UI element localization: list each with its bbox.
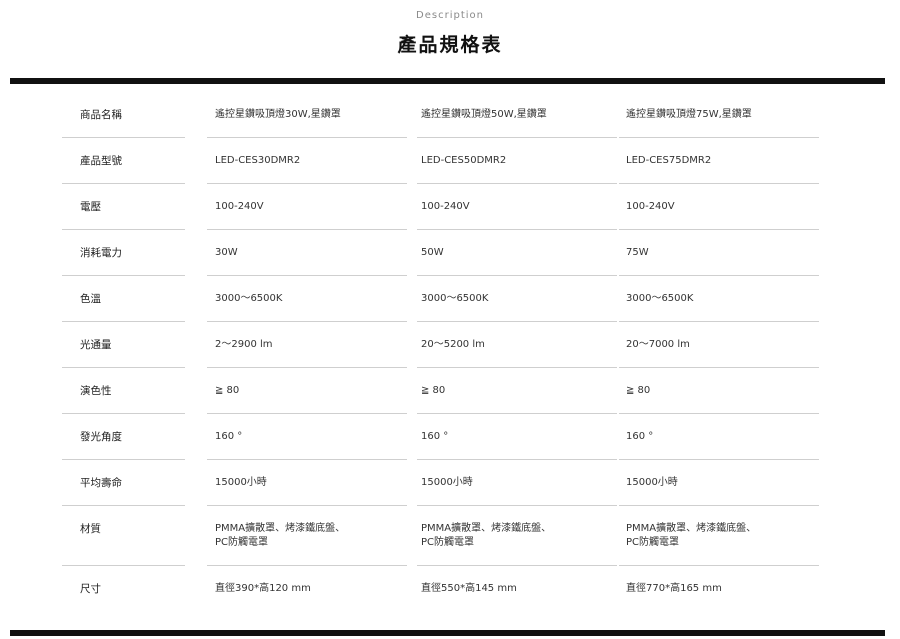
table-row: 材質 PMMA擴散罩、烤漆鐵底盤、 PC防觸電罩 PMMA擴散罩、烤漆鐵底盤、 … [62,506,832,566]
table-cell: 160 ° [421,431,449,442]
table-cell: 15000小時 [215,477,267,488]
page-title: 產品規格表 [397,34,503,56]
table-cell: ≧ 80 [626,385,651,396]
row-label: 尺寸 [80,583,101,595]
table-cell: 100-240V [421,201,470,212]
cell-line: PC防觸電罩 [421,537,475,548]
table-cell: 15000小時 [421,477,473,488]
bottom-divider [10,630,885,636]
cell-line: PMMA擴散罩、烤漆鐵底盤、 [626,523,757,534]
row-label: 發光角度 [80,431,122,443]
table-cell: LED-CES50DMR2 [421,155,507,166]
table-cell: 3000～6500K [626,293,694,304]
table-cell: 15000小時 [626,477,678,488]
table-row: 消耗電力 30W 50W 75W [62,230,832,276]
table-cell: 30W [215,247,238,258]
table-cell: 100-240V [626,201,675,212]
table-cell: 直徑550*高145 mm [421,583,517,594]
section-eyebrow: Description [416,10,484,21]
table-cell: 20～7000 lm [626,339,690,350]
row-label: 商品名稱 [80,109,122,121]
cell-line: PC防觸電罩 [215,537,269,548]
table-cell: 20～5200 lm [421,339,485,350]
table-cell: PMMA擴散罩、烤漆鐵底盤、 PC防觸電罩 [626,506,832,566]
table-cell: 直徑770*高165 mm [626,583,722,594]
cell-line: PMMA擴散罩、烤漆鐵底盤、 [215,523,346,534]
top-divider [10,78,885,84]
table-row: 電壓 100-240V 100-240V 100-240V [62,184,832,230]
row-label: 產品型號 [80,155,122,167]
table-cell: 遙控星鑽吸頂燈75W,星鑽罩 [626,109,752,120]
table-cell: 160 ° [626,431,654,442]
row-label: 光通量 [80,339,112,351]
table-row: 發光角度 160 ° 160 ° 160 ° [62,414,832,460]
table-cell: 3000～6500K [215,293,283,304]
cell-line: PMMA擴散罩、烤漆鐵底盤、 [421,523,552,534]
table-cell: LED-CES30DMR2 [215,155,301,166]
spec-table: 商品名稱 遙控星鑽吸頂燈30W,星鑽罩 遙控星鑽吸頂燈50W,星鑽罩 遙控星鑽吸… [62,92,832,612]
table-cell: 遙控星鑽吸頂燈50W,星鑽罩 [421,109,547,120]
table-row: 演色性 ≧ 80 ≧ 80 ≧ 80 [62,368,832,414]
table-cell: 100-240V [215,201,264,212]
row-label: 材質 [80,523,101,535]
row-label: 電壓 [80,201,101,213]
table-cell: ≧ 80 [215,385,240,396]
table-cell: 遙控星鑽吸頂燈30W,星鑽罩 [215,109,341,120]
table-row: 產品型號 LED-CES30DMR2 LED-CES50DMR2 LED-CES… [62,138,832,184]
table-cell: 2～2900 lm [215,339,273,350]
row-label: 消耗電力 [80,247,122,259]
row-label: 色溫 [80,293,101,305]
table-cell: 3000～6500K [421,293,489,304]
table-cell: PMMA擴散罩、烤漆鐵底盤、 PC防觸電罩 [421,506,626,566]
table-row: 光通量 2～2900 lm 20～5200 lm 20～7000 lm [62,322,832,368]
table-row: 商品名稱 遙控星鑽吸頂燈30W,星鑽罩 遙控星鑽吸頂燈50W,星鑽罩 遙控星鑽吸… [62,92,832,138]
table-cell: PMMA擴散罩、烤漆鐵底盤、 PC防觸電罩 [215,506,421,566]
table-cell: 160 ° [215,431,243,442]
table-cell: 75W [626,247,649,258]
table-row: 平均壽命 15000小時 15000小時 15000小時 [62,460,832,506]
row-label: 平均壽命 [80,477,122,489]
table-row: 尺寸 直徑390*高120 mm 直徑550*高145 mm 直徑770*高16… [62,566,832,612]
row-label: 演色性 [80,385,112,397]
table-cell: ≧ 80 [421,385,446,396]
table-cell: 50W [421,247,444,258]
table-cell: LED-CES75DMR2 [626,155,712,166]
cell-line: PC防觸電罩 [626,537,680,548]
table-row: 色溫 3000～6500K 3000～6500K 3000～6500K [62,276,832,322]
table-cell: 直徑390*高120 mm [215,583,311,594]
